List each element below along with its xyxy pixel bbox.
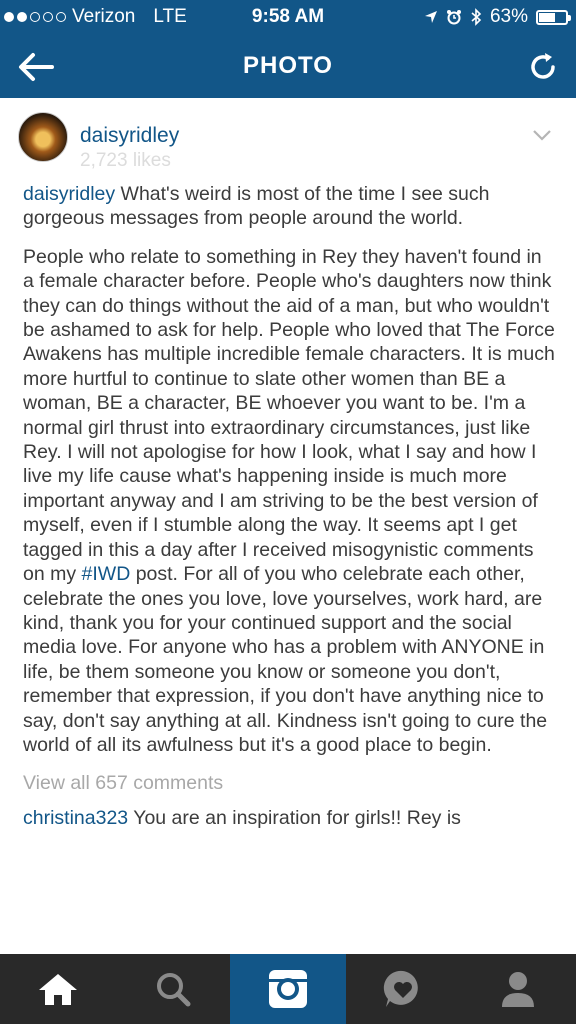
caption-paragraph-1: daisyridley What's weird is most of the … [23,182,555,231]
location-icon [424,11,437,23]
page-title: PHOTO [243,52,333,79]
profile-icon [502,972,535,1007]
camera-icon [269,970,307,1008]
battery-icon [536,9,571,25]
tab-search[interactable] [115,954,230,1024]
tab-activity[interactable] [346,954,461,1024]
caption: daisyridley What's weird is most of the … [23,182,555,830]
tab-camera[interactable] [230,954,346,1024]
bluetooth-icon [471,8,482,26]
nav-bar: PHOTO [0,34,576,98]
caption-paragraph-2: People who relate to something in Rey th… [23,245,555,758]
tab-bar [0,954,576,1024]
caption-text-2a: People who relate to something in Rey th… [23,245,555,586]
view-all-comments-link[interactable]: View all 657 comments [23,771,555,795]
comment: christina323 You are an inspiration for … [23,806,555,830]
hashtag-link[interactable]: #IWD [82,563,131,585]
post-header: 2,723 likes daisyridley [0,98,576,176]
battery-percent: 63% [489,6,528,27]
search-icon [156,973,191,1007]
comment-text: You are an inspiration for girls!! Rey i… [133,806,461,829]
tab-home[interactable] [0,954,115,1024]
activity-heart-icon [384,970,418,1007]
chevron-down-icon[interactable] [532,128,552,142]
caption-username[interactable]: daisyridley [23,183,115,205]
status-bar: Verizon LTE 9:58 AM 63% [0,0,576,34]
comment-username[interactable]: christina323 [23,807,128,829]
post-username[interactable]: daisyridley [80,124,179,148]
caption-text-2b: post. For all of you who celebrate each … [23,563,548,756]
likes-count-ghost: 2,723 likes [80,150,171,171]
avatar[interactable] [18,112,68,162]
header: Verizon LTE 9:58 AM 63% PHOTO [0,0,576,98]
alarm-icon [446,10,461,25]
tab-profile[interactable] [461,954,576,1024]
refresh-icon[interactable] [526,50,560,84]
home-icon [38,974,77,1005]
